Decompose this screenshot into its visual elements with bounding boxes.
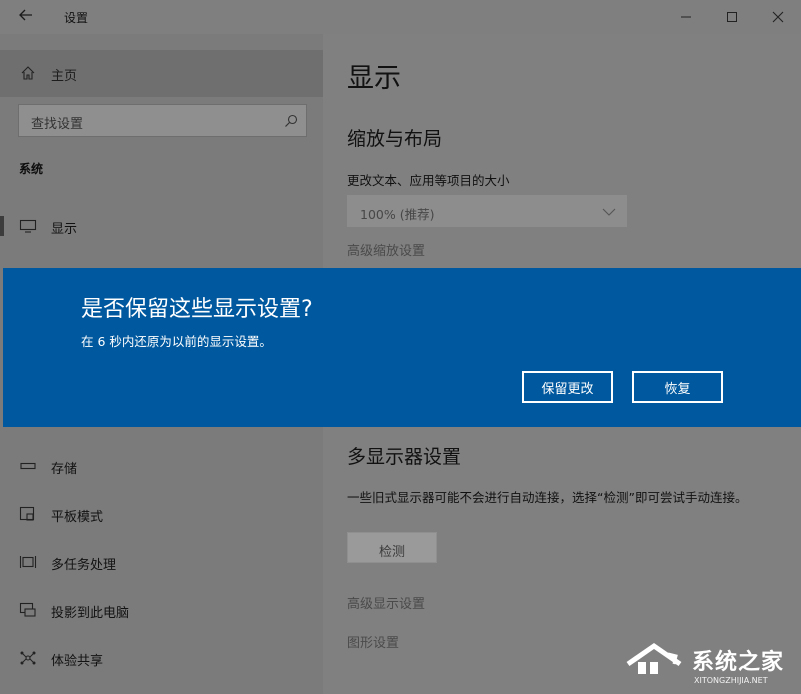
chevron-down-icon (602, 204, 616, 218)
scale-dropdown[interactable]: 100% (推荐) (347, 195, 627, 227)
nav-home-label: 主页 (51, 69, 78, 84)
sidebar-item-multitasking[interactable]: 多任务处理 (0, 542, 323, 582)
nav-home[interactable]: 主页 (0, 50, 323, 97)
sidebar-section-title: 系统 (19, 162, 44, 176)
sidebar-item-storage[interactable]: 存储 (0, 446, 323, 486)
sidebar-item-display[interactable]: 显示 (0, 206, 323, 246)
multitasking-icon (19, 554, 37, 570)
multi-display-description: 一些旧式显示器可能不会进行自动连接，选择“检测”即可尝试手动连接。 (347, 490, 748, 505)
detect-button[interactable]: 检测 (347, 532, 437, 563)
sidebar-item-shared-experiences[interactable]: 体验共享 (0, 638, 323, 678)
active-indicator (0, 216, 4, 236)
keep-changes-button[interactable]: 保留更改 (522, 371, 613, 403)
title-bar: 设置 (0, 0, 801, 34)
scale-heading: 缩放与布局 (347, 128, 443, 150)
sidebar-item-label: 存储 (51, 462, 78, 477)
back-arrow-icon[interactable] (16, 7, 36, 27)
storage-icon (19, 458, 37, 474)
keep-display-settings-dialog: 是否保留这些显示设置? 在 6 秒内还原为以前的显示设置。 保留更改 恢复 (3, 268, 801, 427)
maximize-icon[interactable] (709, 0, 755, 34)
advanced-scaling-link[interactable]: 高级缩放设置 (347, 240, 425, 259)
tablet-mode-icon (19, 506, 37, 522)
advanced-display-link[interactable]: 高级显示设置 (347, 593, 425, 612)
dialog-question: 是否保留这些显示设置? (81, 297, 313, 322)
detect-button-label: 检测 (378, 545, 405, 560)
sidebar-item-label: 体验共享 (51, 654, 104, 669)
minimize-icon[interactable] (663, 0, 709, 34)
scale-dropdown-value: 100% (推荐) (360, 207, 435, 222)
graphics-settings-link[interactable]: 图形设置 (347, 632, 399, 651)
project-icon (19, 602, 37, 618)
home-icon (20, 65, 36, 81)
page-title: 显示 (347, 63, 401, 94)
monitor-icon (19, 218, 37, 234)
watermark-text: 系统之家 (692, 650, 785, 675)
watermark-logo-icon (624, 640, 690, 684)
sidebar-item-label: 平板模式 (51, 510, 104, 525)
multi-display-heading: 多显示器设置 (347, 446, 462, 468)
sidebar-item-tablet-mode[interactable]: 平板模式 (0, 494, 323, 534)
scale-label: 更改文本、应用等项目的大小 (347, 173, 510, 188)
revert-button[interactable]: 恢复 (632, 371, 723, 403)
sidebar-item-label: 投影到此电脑 (51, 606, 130, 621)
search-icon[interactable] (284, 113, 298, 127)
sidebar-item-project[interactable]: 投影到此电脑 (0, 590, 323, 630)
sidebar-item-label: 多任务处理 (51, 558, 117, 573)
dialog-message: 在 6 秒内还原为以前的显示设置。 (81, 334, 272, 349)
sidebar-item-label: 显示 (51, 222, 78, 237)
window-title: 设置 (64, 11, 89, 25)
watermark: 系统之家 XITONGZHIJIA.NET (624, 638, 794, 692)
watermark-url: XITONGZHIJIA.NET (694, 676, 768, 685)
close-icon[interactable] (755, 0, 801, 34)
search-placeholder: 查找设置 (31, 117, 84, 132)
search-input[interactable]: 查找设置 (18, 104, 307, 137)
share-icon (19, 650, 37, 666)
